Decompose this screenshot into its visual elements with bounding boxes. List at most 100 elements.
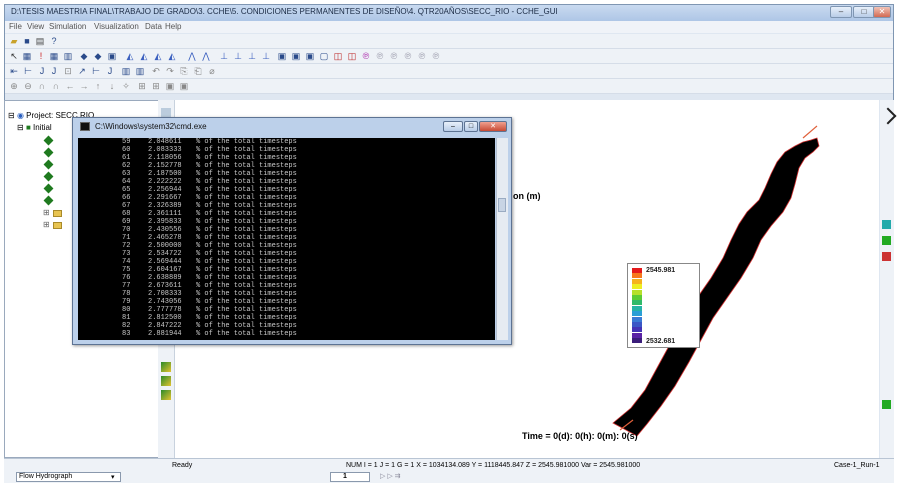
layer3-icon[interactable]: [882, 252, 891, 261]
pointer-icon[interactable]: ↖: [9, 51, 19, 61]
table-icon[interactable]: ▥: [63, 51, 73, 61]
terrain-icon[interactable]: [161, 362, 171, 372]
step-icon[interactable]: ⊢: [23, 66, 33, 76]
plot5-icon[interactable]: ℗: [417, 51, 427, 61]
collapse-icon[interactable]: [879, 107, 897, 125]
frame-icon[interactable]: ▢: [319, 51, 329, 61]
link-icon[interactable]: ⌀: [207, 66, 217, 76]
cmd-maximize-button[interactable]: □: [464, 121, 478, 132]
profile-icon[interactable]: ◭: [125, 51, 135, 61]
jump3-icon[interactable]: J: [105, 66, 115, 76]
maximize-button[interactable]: □: [853, 6, 875, 18]
fit4-icon[interactable]: ▣: [179, 81, 189, 91]
layer4-icon[interactable]: [882, 400, 891, 409]
condition-icon[interactable]: [43, 159, 54, 170]
minimize-button[interactable]: –: [830, 6, 852, 18]
plot4-icon[interactable]: ℗: [403, 51, 413, 61]
step-back-icon[interactable]: ⇤: [9, 66, 19, 76]
profile4-icon[interactable]: ◭: [167, 51, 177, 61]
rotate-icon[interactable]: ∩: [37, 81, 47, 91]
menu-simulation[interactable]: Simulation: [49, 22, 86, 31]
jump2-icon[interactable]: J: [49, 66, 59, 76]
window3-icon[interactable]: ▣: [305, 51, 315, 61]
section2-icon[interactable]: ⋀: [201, 51, 211, 61]
folder-icon[interactable]: [53, 222, 62, 229]
tree-expander[interactable]: ⊞: [43, 220, 50, 229]
frame-input[interactable]: 1: [330, 472, 370, 482]
menu-help[interactable]: Help: [165, 22, 181, 31]
bed3-icon[interactable]: ⊥: [247, 51, 257, 61]
terrain2-icon[interactable]: [161, 376, 171, 386]
bed2-icon[interactable]: ⊥: [233, 51, 243, 61]
fit2-icon[interactable]: ⊞: [151, 81, 161, 91]
condition-icon[interactable]: [43, 135, 54, 146]
layer2-icon[interactable]: [882, 236, 891, 245]
alert-icon[interactable]: !: [36, 51, 46, 61]
tree-item-initial[interactable]: ⊟ ■ Initial: [17, 123, 52, 132]
pan-down-icon[interactable]: ↓: [107, 81, 117, 91]
help-icon[interactable]: ?: [49, 36, 59, 46]
timestep-message: % of the total timesteps: [196, 186, 297, 194]
menu-view[interactable]: View: [27, 22, 44, 31]
rotate2-icon[interactable]: ∩: [51, 81, 61, 91]
table3-icon[interactable]: ▥: [135, 66, 145, 76]
node2-icon[interactable]: ◆: [93, 51, 103, 61]
terrain3-icon[interactable]: [161, 390, 171, 400]
save-icon[interactable]: ■: [22, 36, 32, 46]
menu-visualization[interactable]: Visualization: [94, 22, 139, 31]
window-icon[interactable]: ▣: [277, 51, 287, 61]
cmd-scroll-thumb[interactable]: [498, 198, 506, 212]
cmd-scrollbar[interactable]: [496, 138, 508, 340]
zoom-in-icon[interactable]: ⊕: [9, 81, 19, 91]
cmd-close-button[interactable]: ✕: [479, 121, 507, 132]
bed-icon[interactable]: ⊥: [219, 51, 229, 61]
center-icon[interactable]: ✧: [121, 81, 131, 91]
menu-file[interactable]: File: [9, 22, 22, 31]
zoom-out-icon[interactable]: ⊖: [23, 81, 33, 91]
condition-icon[interactable]: [43, 171, 54, 182]
play-icon[interactable]: ▷ ▷ ⇉: [380, 472, 401, 480]
pan-up-icon[interactable]: ↑: [93, 81, 103, 91]
window2-icon[interactable]: ▣: [291, 51, 301, 61]
pan-right-icon[interactable]: →: [79, 81, 89, 91]
graph-icon[interactable]: ◫: [333, 51, 343, 61]
menu-data[interactable]: Data: [145, 22, 162, 31]
close-button[interactable]: ✕: [873, 6, 891, 18]
paste-icon[interactable]: ⎗: [193, 66, 203, 76]
condition-icon[interactable]: [43, 183, 54, 194]
step2-icon[interactable]: ⊢: [91, 66, 101, 76]
grid-icon[interactable]: ▦: [22, 51, 32, 61]
fit3-icon[interactable]: ▣: [165, 81, 175, 91]
condition-icon[interactable]: [43, 195, 54, 206]
folder-icon[interactable]: [53, 210, 62, 217]
arrow-up-icon[interactable]: ↗: [77, 66, 87, 76]
graph2-icon[interactable]: ◫: [347, 51, 357, 61]
node-icon[interactable]: ◆: [79, 51, 89, 61]
condition-icon[interactable]: [43, 147, 54, 158]
mesh-icon[interactable]: ▦: [49, 51, 59, 61]
plot3-icon[interactable]: ℗: [389, 51, 399, 61]
screen-icon[interactable]: ▣: [107, 51, 117, 61]
section-icon[interactable]: ⋀: [187, 51, 197, 61]
bed4-icon[interactable]: ⊥: [261, 51, 271, 61]
plot2-icon[interactable]: ℗: [375, 51, 385, 61]
hydrograph-dropdown[interactable]: Flow Hydrograph ▾: [16, 472, 121, 482]
layer-icon[interactable]: [882, 220, 891, 229]
pan-left-icon[interactable]: ←: [65, 81, 75, 91]
jump-icon[interactable]: J: [37, 66, 47, 76]
print-icon[interactable]: ▤: [35, 36, 45, 46]
tree-expander[interactable]: ⊞: [43, 208, 50, 217]
cmd-window[interactable]: C:\Windows\system32\cmd.exe – □ ✕ 59 2.04…: [72, 117, 512, 345]
redo-icon[interactable]: ↷: [165, 66, 175, 76]
fit-icon[interactable]: ⊞: [137, 81, 147, 91]
profile3-icon[interactable]: ◭: [153, 51, 163, 61]
table2-icon[interactable]: ▥: [121, 66, 131, 76]
copy-icon[interactable]: ⎘: [179, 66, 189, 76]
plot6-icon[interactable]: ℗: [431, 51, 441, 61]
undo-icon[interactable]: ↶: [151, 66, 161, 76]
reset-icon[interactable]: ⊡: [63, 66, 73, 76]
cmd-minimize-button[interactable]: –: [443, 121, 463, 132]
open-folder-icon[interactable]: ▰: [9, 36, 19, 46]
plot-icon[interactable]: ℗: [361, 51, 371, 61]
profile2-icon[interactable]: ◭: [139, 51, 149, 61]
